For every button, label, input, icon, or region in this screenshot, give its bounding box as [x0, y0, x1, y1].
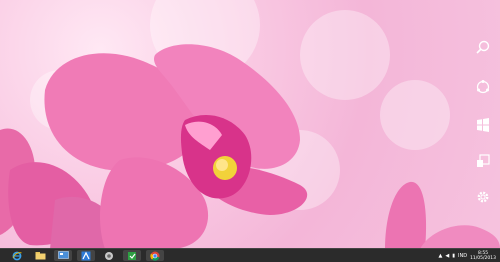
devices-icon — [477, 154, 490, 167]
charms-bar — [466, 0, 500, 249]
system-tray: ▲ ◀ ▮ IND 8:55 11/05/2013 — [439, 249, 500, 262]
charm-search[interactable] — [472, 36, 494, 58]
search-icon — [476, 40, 490, 54]
gear-icon — [477, 191, 489, 203]
taskbar-app-chrome[interactable] — [146, 250, 164, 261]
ie-icon — [12, 251, 22, 260]
windows-logo-icon — [477, 118, 489, 132]
desktop-wallpaper — [0, 0, 500, 249]
share-icon — [476, 80, 490, 94]
blue-app-icon — [81, 251, 91, 260]
network-status-icon[interactable]: ▮ — [452, 253, 455, 259]
control-panel-icon — [57, 251, 69, 259]
chrome-icon — [150, 251, 160, 261]
taskbar-app-green[interactable] — [123, 250, 141, 261]
tray-overflow-icon[interactable]: ▲ — [439, 253, 443, 259]
charm-share[interactable] — [472, 76, 494, 98]
volume-icon[interactable]: ◀ — [445, 253, 449, 259]
taskbar-app-network[interactable] — [100, 250, 118, 261]
taskbar: ▲ ◀ ▮ IND 8:55 11/05/2013 — [0, 248, 500, 262]
green-app-icon — [128, 251, 136, 260]
taskbar-app-control-panel[interactable] — [54, 250, 72, 261]
taskbar-app-internet-explorer[interactable] — [8, 250, 26, 261]
orchid-flower — [0, 44, 500, 249]
taskbar-app-blue[interactable] — [77, 250, 95, 261]
charm-start[interactable] — [472, 114, 494, 136]
charm-devices[interactable] — [472, 150, 494, 172]
clock[interactable]: 8:55 11/05/2013 — [470, 251, 496, 261]
folder-icon — [35, 252, 45, 260]
clock-date: 11/05/2013 — [470, 255, 496, 261]
taskbar-app-file-explorer[interactable] — [31, 250, 49, 261]
network-icon — [105, 251, 113, 260]
charm-settings[interactable] — [472, 186, 494, 208]
language-indicator[interactable]: IND — [458, 253, 467, 259]
